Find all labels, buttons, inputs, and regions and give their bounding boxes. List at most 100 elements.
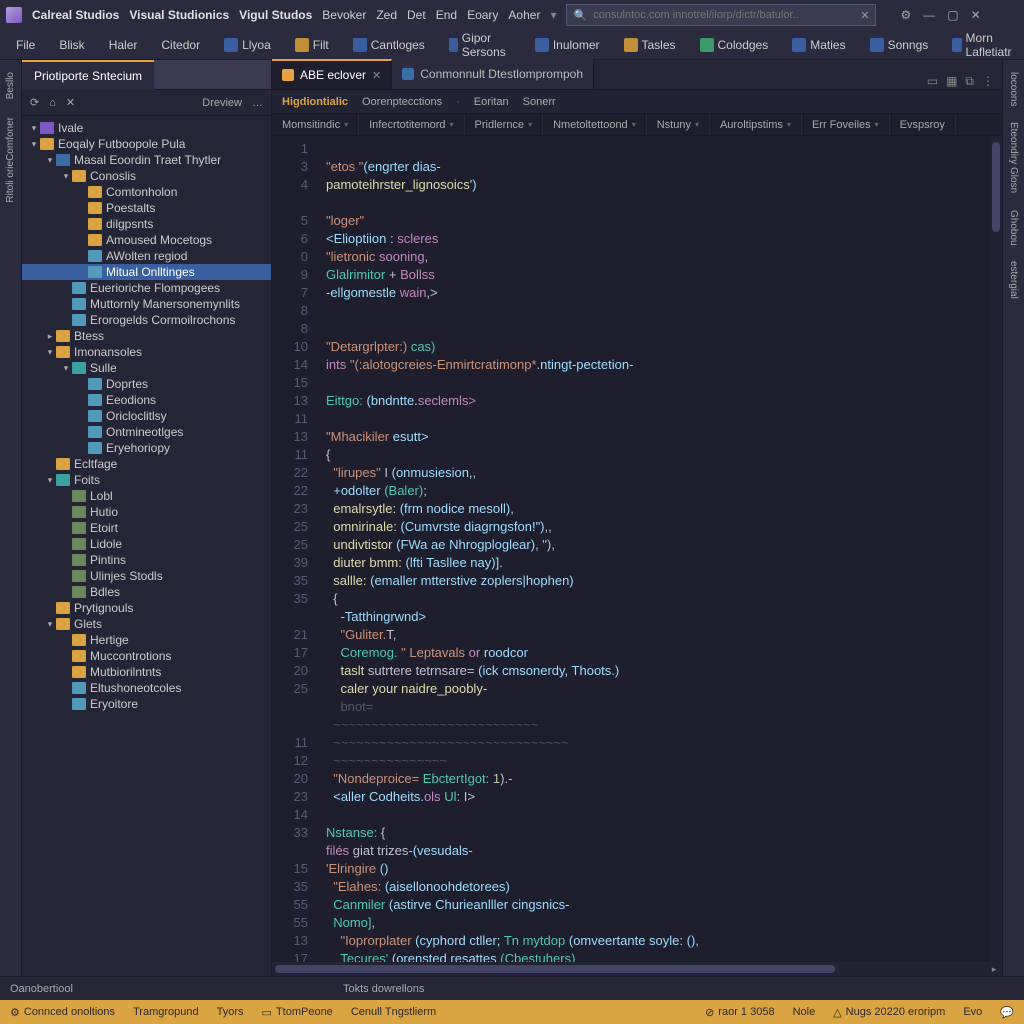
settings-icon[interactable]: ⚙	[900, 8, 911, 22]
menu-item[interactable]: Haler	[99, 34, 148, 56]
nav-item[interactable]: Nmetoltettoond▾	[543, 114, 647, 135]
nav-item[interactable]: Infecrtotitemord▾	[359, 114, 464, 135]
tree-row[interactable]: Muccontrotions	[22, 648, 271, 664]
tree-row[interactable]: ▾Masal Eoordin Traet Thytler	[22, 152, 271, 168]
tree-row[interactable]: Lobl	[22, 488, 271, 504]
crumb[interactable]: Eoritan	[474, 96, 509, 108]
sidebar-tab[interactable]: Priotiporte Sntecium	[22, 60, 154, 90]
tree-row[interactable]: Mutbiorilntnts	[22, 664, 271, 680]
status-item[interactable]: Tyors	[217, 1006, 244, 1018]
tree-row[interactable]: Hutio	[22, 504, 271, 520]
tree-row[interactable]: dilgpsnts	[22, 216, 271, 232]
editor-tab[interactable]: ABE eclover ✕	[272, 59, 392, 89]
status-item[interactable]: Nole	[793, 1006, 816, 1019]
tab-action-icon[interactable]: ⋮	[982, 74, 994, 89]
toolstrip-item[interactable]: estergial	[1008, 255, 1019, 305]
tree-row[interactable]: Doprtes	[22, 376, 271, 392]
feedback-icon[interactable]: 💬	[1000, 1006, 1014, 1019]
tree-row[interactable]: Oricloclitlsy	[22, 408, 271, 424]
title-seg[interactable]: Bevoker	[322, 8, 366, 22]
nav-item[interactable]: Nstuny▾	[647, 114, 710, 135]
tree-row[interactable]: Ontmineotlges	[22, 424, 271, 440]
tree-row[interactable]: Pintins	[22, 552, 271, 568]
clear-search-icon[interactable]: ✕	[860, 9, 869, 22]
expand-icon[interactable]: ▾	[44, 475, 56, 486]
tree-row[interactable]: ▾Glets	[22, 616, 271, 632]
tab-action-icon[interactable]: ▦	[946, 74, 957, 89]
menu-item[interactable]: Sonngs	[860, 34, 939, 56]
nav-item[interactable]: Auroltipstims▾	[710, 114, 802, 135]
status-errors[interactable]: ⊘ raor 1 3058	[705, 1006, 774, 1019]
code-content[interactable]: "etos "(engrter dias-pamoteihrster_ligno…	[316, 136, 1002, 962]
tab-action-icon[interactable]: ⧉	[965, 74, 974, 89]
expand-icon[interactable]: ▾	[60, 363, 72, 374]
tree-row[interactable]: ▾Ivale	[22, 120, 271, 136]
toolstrip-item[interactable]: Ghobou	[1008, 204, 1019, 252]
tree-row[interactable]: Mitual Onlltinges	[22, 264, 271, 280]
tree-row[interactable]: Ulinjes Stodls	[22, 568, 271, 584]
expand-icon[interactable]: ▾	[28, 139, 40, 150]
tree-row[interactable]: ▾Imonansoles	[22, 344, 271, 360]
tree-row[interactable]: Prytignouls	[22, 600, 271, 616]
toolstrip-item[interactable]: Ritoli orieComfoner	[5, 111, 16, 209]
tree-row[interactable]: Eryehoriopy	[22, 440, 271, 456]
search-input[interactable]	[593, 9, 854, 21]
status-item[interactable]: Cenull Tngstlierm	[351, 1006, 436, 1018]
tree-row[interactable]: Etoirt	[22, 520, 271, 536]
tree-row[interactable]: Eeodions	[22, 392, 271, 408]
title-seg[interactable]: End	[436, 8, 457, 22]
overflow-icon[interactable]: …	[252, 97, 263, 109]
toolstrip-item[interactable]: locoons	[1008, 66, 1019, 112]
vertical-scrollbar[interactable]	[990, 136, 1002, 962]
scroll-right-icon[interactable]: ▸	[986, 962, 1002, 976]
preview-toggle[interactable]: Dreview	[202, 97, 242, 109]
scroll-thumb[interactable]	[275, 965, 835, 973]
expand-icon[interactable]: ▸	[44, 331, 56, 342]
tree-row[interactable]: ▾Eoqaly Futboopole Pula	[22, 136, 271, 152]
close-tab-icon[interactable]: ✕	[372, 69, 381, 82]
nav-item[interactable]: Pridlernce▾	[465, 114, 544, 135]
menu-item[interactable]: Morn Lafletiatr	[942, 27, 1024, 63]
menu-item[interactable]: Citedor	[151, 34, 210, 56]
menu-item[interactable]: Cantloges	[343, 34, 435, 56]
tree-row[interactable]: Euerioriche Flompogees	[22, 280, 271, 296]
tab-action-icon[interactable]: ▭	[927, 74, 938, 89]
status-item[interactable]: ▭ TtomPeone	[262, 1006, 333, 1019]
editor-tab[interactable]: Conmonnult Dtestlomprompoh	[392, 59, 594, 89]
menu-item[interactable]: Filt	[285, 34, 339, 56]
menu-item[interactable]: Inulomer	[525, 34, 610, 56]
code-area[interactable]: 1345609788101415131113112222232525393535…	[272, 136, 1002, 962]
menu-item[interactable]: Gipor Sersons	[439, 27, 521, 63]
bottom-tab[interactable]: Oanobertiool	[10, 983, 73, 995]
tree-row[interactable]: AWolten regiod	[22, 248, 271, 264]
title-seg[interactable]: Aoher	[508, 8, 540, 22]
menu-item[interactable]: Llyoa	[214, 34, 281, 56]
crumb[interactable]: Sonerr	[523, 96, 556, 108]
scroll-thumb[interactable]	[992, 142, 1000, 232]
crumb[interactable]: Higdiontialic	[282, 96, 348, 108]
minimize-button[interactable]: —	[923, 8, 935, 22]
menu-item[interactable]: Blisk	[49, 34, 94, 56]
toolstrip-item[interactable]: Besllo	[5, 66, 16, 105]
tree-row[interactable]: Erorogelds Cormoilrochons	[22, 312, 271, 328]
title-seg[interactable]: Eoary	[467, 8, 498, 22]
tree-row[interactable]: Comtonholon	[22, 184, 271, 200]
horizontal-scrollbar[interactable]: ▸	[272, 962, 1002, 976]
tree-row[interactable]: ▾Foits	[22, 472, 271, 488]
toolstrip-item[interactable]: Eteondiry Glosn	[1008, 116, 1019, 199]
expand-icon[interactable]: ▾	[28, 123, 40, 134]
menu-item[interactable]: File	[6, 34, 45, 56]
status-item[interactable]: Tramgropund	[133, 1006, 199, 1018]
bottom-tab[interactable]: Tokts dowrellons	[343, 983, 424, 995]
menu-item[interactable]: Maties	[782, 34, 855, 56]
title-seg[interactable]: Zed	[376, 8, 397, 22]
refresh-icon[interactable]: ⟳	[30, 96, 39, 109]
tree-row[interactable]: ▾Conoslis	[22, 168, 271, 184]
nav-item[interactable]: Momsitindic▾	[272, 114, 359, 135]
close-window-button[interactable]: ✕	[971, 8, 981, 22]
status-item[interactable]: Evo	[963, 1006, 982, 1019]
maximize-button[interactable]: ▢	[947, 8, 958, 22]
home-icon[interactable]: ⌂	[49, 97, 56, 109]
tree-row[interactable]: Ecltfage	[22, 456, 271, 472]
nav-item[interactable]: Err Foveiles▾	[802, 114, 890, 135]
